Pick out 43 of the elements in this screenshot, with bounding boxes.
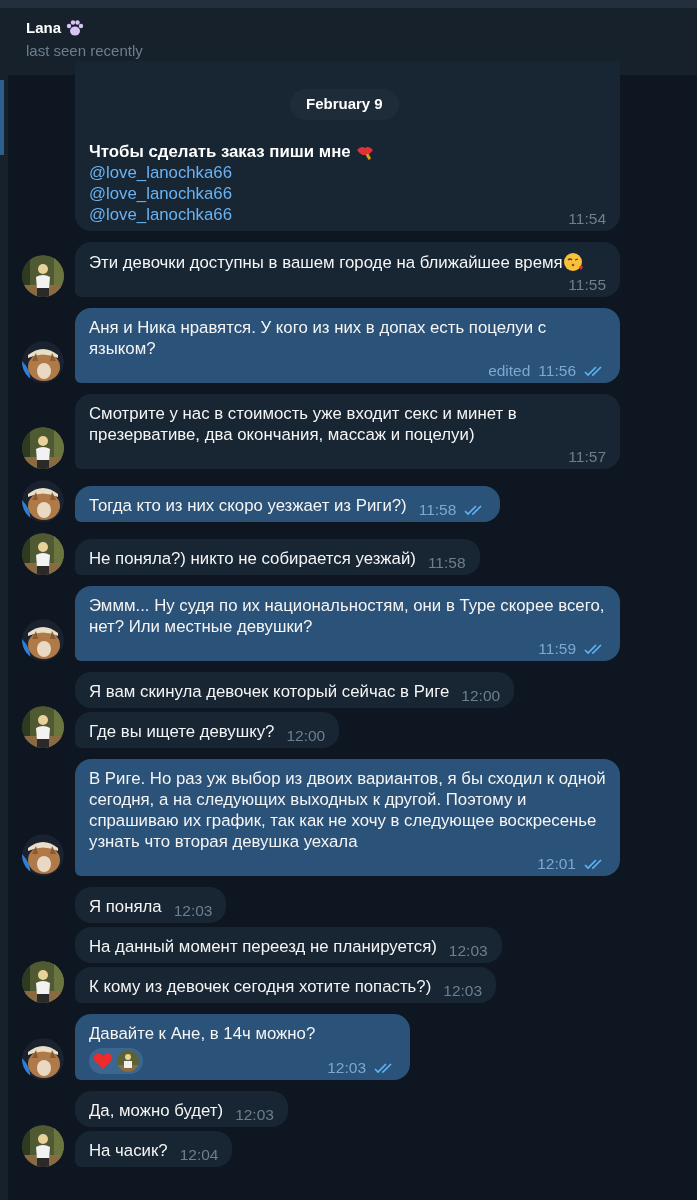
message-text: Смотрите у нас в стоимость уже входит секс и минет в презервативе, два окончания, массаж и поцелуи)	[89, 403, 518, 445]
message-text: На часик?	[89, 1140, 168, 1161]
scrollbar-thumb[interactable]	[0, 80, 4, 155]
mention-link[interactable]: @love_lanochka66	[89, 183, 232, 204]
message-time: 12:03	[443, 982, 483, 1000]
message-time: 12:03	[235, 1106, 274, 1124]
message-text: На данный момент переезд не планируется)	[89, 936, 437, 957]
message-time: 12:00	[461, 687, 501, 705]
message-text: Аня и Ника нравятся. У кого из них в допах есть поцелуи с языком?	[89, 317, 548, 359]
message-text: В Риге. Но раз уж выбор из двоих вариантов, я бы сходил к одной сегодня, а на следующих выходных к другой. Поэтому и спрашиваю их график, так как не хочу в следующее воскресенье узнать что вторая девушка уехала	[89, 768, 606, 852]
message-text: К кому из девочек сегодня хотите попасть?)	[89, 976, 432, 997]
mention-link[interactable]: @love_lanochka66	[89, 204, 232, 225]
reaction-chip[interactable]	[89, 1048, 143, 1074]
message-time: 11:57	[568, 448, 606, 466]
message-time: 12:03	[327, 1059, 367, 1077]
message-time: 12:01	[537, 855, 576, 873]
message-text: Да, можно будет)	[89, 1100, 224, 1121]
message-text: Эммм... Ну судя по их национальностям, они в Туре скорее всего, нет? Или местные девушки?	[89, 595, 606, 637]
message-time: 11:59	[538, 640, 576, 658]
message-time: 11:56	[538, 362, 576, 380]
kiss-emoji-icon	[562, 251, 585, 273]
message-time: 11:54	[568, 210, 606, 228]
message-text: Чтобы сделать заказ пиши мне	[89, 141, 351, 162]
message-text: Я поняла	[89, 896, 162, 917]
status-text: last seen recently	[26, 40, 144, 61]
contact-name[interactable]: Lana	[26, 17, 61, 40]
message-time: 12:03	[173, 902, 213, 920]
message-time: 11:55	[568, 276, 606, 294]
message-text: Эти девочки доступны в вашем городе на ближайшее время	[89, 251, 563, 273]
message-time: 12:03	[448, 942, 488, 960]
mention-link[interactable]: @love_lanochka66	[89, 162, 232, 183]
message-text: Давайте к Ане, в 14ч можно?	[89, 1023, 316, 1044]
message-time: 12:00	[286, 727, 326, 745]
message-text: Где вы ищете девушку?	[89, 721, 275, 742]
heart-icon	[93, 1052, 113, 1070]
message-time: 11:58	[418, 501, 457, 519]
message-text: Не поняла?) никто не собирается уезжай)	[89, 548, 416, 569]
message-text: Тогда кто из них скоро уезжает из Риги?)	[89, 495, 407, 516]
date-chip: February 9	[290, 89, 399, 120]
message-time: 12:04	[179, 1146, 219, 1164]
edited-label: edited	[488, 362, 531, 380]
message-time: 11:58	[427, 554, 466, 572]
message-text: Я вам скинула девочек который сейчас в Риге	[89, 681, 450, 702]
